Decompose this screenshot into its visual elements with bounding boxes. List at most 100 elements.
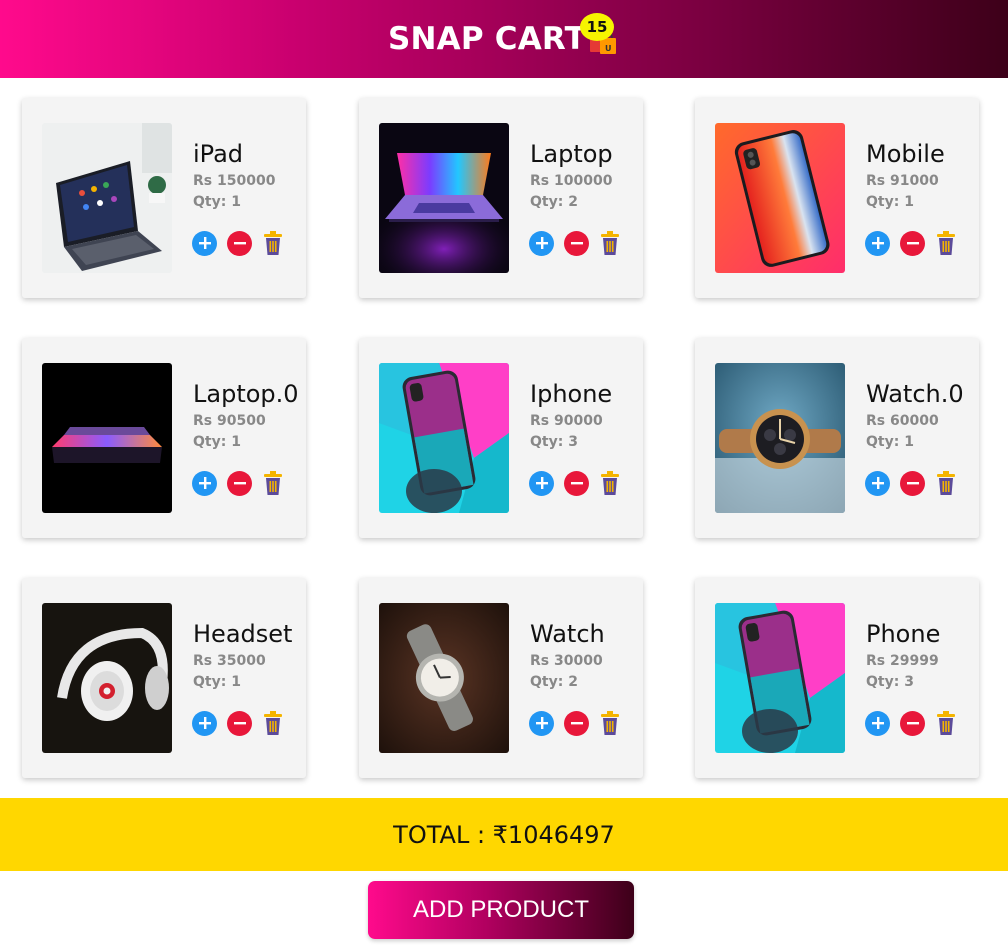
product-name: Laptop.0 bbox=[193, 380, 299, 408]
product-name: Iphone bbox=[530, 380, 613, 408]
product-price: Rs 150000 bbox=[193, 173, 276, 189]
product-qty: Qty: 1 bbox=[866, 194, 914, 210]
laptop-dark-image bbox=[42, 363, 172, 513]
delete-product-button[interactable] bbox=[599, 230, 621, 256]
increase-qty-button[interactable] bbox=[192, 230, 217, 256]
plus-circle-icon bbox=[871, 717, 884, 729]
laptop-image bbox=[379, 123, 509, 273]
minus-circle-icon bbox=[906, 242, 919, 245]
product-name: Laptop bbox=[530, 140, 613, 168]
quantity-controls bbox=[865, 230, 957, 256]
add-product-button[interactable]: ADD PRODUCT bbox=[368, 881, 634, 939]
plus-circle-icon bbox=[198, 477, 211, 489]
decrease-qty-button[interactable] bbox=[227, 710, 252, 736]
delete-product-button[interactable] bbox=[262, 230, 284, 256]
quantity-controls bbox=[192, 230, 284, 256]
headset-image bbox=[42, 603, 172, 753]
product-name: Phone bbox=[866, 620, 941, 648]
phone-image bbox=[715, 603, 845, 753]
plus-circle-icon bbox=[871, 477, 884, 489]
product-price: Rs 60000 bbox=[866, 413, 939, 429]
wrist-watch-image bbox=[379, 603, 509, 753]
minus-circle-icon bbox=[233, 242, 246, 245]
product-qty: Qty: 1 bbox=[866, 434, 914, 450]
delete-product-button[interactable] bbox=[935, 470, 957, 496]
chronograph-watch-image bbox=[715, 363, 845, 513]
product-qty: Qty: 1 bbox=[193, 194, 241, 210]
quantity-controls bbox=[192, 710, 284, 736]
product-qty: Qty: 2 bbox=[530, 194, 578, 210]
decrease-qty-button[interactable] bbox=[227, 470, 252, 496]
plus-circle-icon bbox=[871, 237, 884, 249]
product-price: Rs 91000 bbox=[866, 173, 939, 189]
increase-qty-button[interactable] bbox=[529, 470, 554, 496]
decrease-qty-button[interactable] bbox=[900, 710, 925, 736]
decrease-qty-button[interactable] bbox=[564, 470, 589, 496]
product-name: Headset bbox=[193, 620, 293, 648]
product-qty: Qty: 3 bbox=[866, 674, 914, 690]
mobile-image bbox=[715, 123, 845, 273]
trash-icon bbox=[264, 471, 282, 495]
cart-count-badge: 15 bbox=[580, 13, 614, 41]
increase-qty-button[interactable] bbox=[192, 470, 217, 496]
increase-qty-button[interactable] bbox=[865, 230, 890, 256]
delete-product-button[interactable] bbox=[262, 470, 284, 496]
product-name: Watch.0 bbox=[866, 380, 964, 408]
plus-circle-icon bbox=[535, 237, 548, 249]
trash-icon bbox=[264, 231, 282, 255]
decrease-qty-button[interactable] bbox=[564, 230, 589, 256]
decrease-qty-button[interactable] bbox=[564, 710, 589, 736]
decrease-qty-button[interactable] bbox=[900, 230, 925, 256]
quantity-controls bbox=[192, 470, 284, 496]
app-title: SNAP CART bbox=[388, 21, 586, 57]
quantity-controls bbox=[865, 470, 957, 496]
minus-circle-icon bbox=[570, 482, 583, 485]
plus-circle-icon bbox=[535, 477, 548, 489]
delete-product-button[interactable] bbox=[935, 230, 957, 256]
product-price: Rs 100000 bbox=[530, 173, 613, 189]
product-qty: Qty: 1 bbox=[193, 674, 241, 690]
increase-qty-button[interactable] bbox=[192, 710, 217, 736]
product-card: iPad Rs 150000 Qty: 1 bbox=[22, 98, 306, 298]
minus-circle-icon bbox=[570, 722, 583, 725]
trash-icon bbox=[937, 471, 955, 495]
delete-product-button[interactable] bbox=[599, 470, 621, 496]
minus-circle-icon bbox=[906, 482, 919, 485]
delete-product-button[interactable] bbox=[935, 710, 957, 736]
product-card: Headset Rs 35000 Qty: 1 bbox=[22, 578, 306, 778]
quantity-controls bbox=[529, 710, 621, 736]
trash-icon bbox=[937, 231, 955, 255]
quantity-controls bbox=[529, 470, 621, 496]
product-card: Phone Rs 29999 Qty: 3 bbox=[695, 578, 979, 778]
svg-text:U: U bbox=[605, 44, 612, 53]
increase-qty-button[interactable] bbox=[529, 710, 554, 736]
minus-circle-icon bbox=[233, 482, 246, 485]
product-card: Iphone Rs 90000 Qty: 3 bbox=[359, 338, 643, 538]
trash-icon bbox=[601, 711, 619, 735]
increase-qty-button[interactable] bbox=[865, 470, 890, 496]
trash-icon bbox=[601, 471, 619, 495]
cart-total-label: TOTAL : ₹1046497 bbox=[393, 820, 615, 849]
product-name: Watch bbox=[530, 620, 605, 648]
app-header: SNAP CART U 15 bbox=[0, 0, 1008, 78]
product-card: Laptop.0 Rs 90500 Qty: 1 bbox=[22, 338, 306, 538]
plus-circle-icon bbox=[198, 717, 211, 729]
decrease-qty-button[interactable] bbox=[227, 230, 252, 256]
increase-qty-button[interactable] bbox=[529, 230, 554, 256]
product-name: iPad bbox=[193, 140, 244, 168]
decrease-qty-button[interactable] bbox=[900, 470, 925, 496]
product-price: Rs 90000 bbox=[530, 413, 603, 429]
delete-product-button[interactable] bbox=[599, 710, 621, 736]
product-price: Rs 90500 bbox=[193, 413, 266, 429]
product-price: Rs 35000 bbox=[193, 653, 266, 669]
trash-icon bbox=[937, 711, 955, 735]
increase-qty-button[interactable] bbox=[865, 710, 890, 736]
trash-icon bbox=[264, 711, 282, 735]
product-qty: Qty: 1 bbox=[193, 434, 241, 450]
plus-circle-icon bbox=[535, 717, 548, 729]
product-qty: Qty: 3 bbox=[530, 434, 578, 450]
product-qty: Qty: 2 bbox=[530, 674, 578, 690]
minus-circle-icon bbox=[233, 722, 246, 725]
delete-product-button[interactable] bbox=[262, 710, 284, 736]
minus-circle-icon bbox=[570, 242, 583, 245]
